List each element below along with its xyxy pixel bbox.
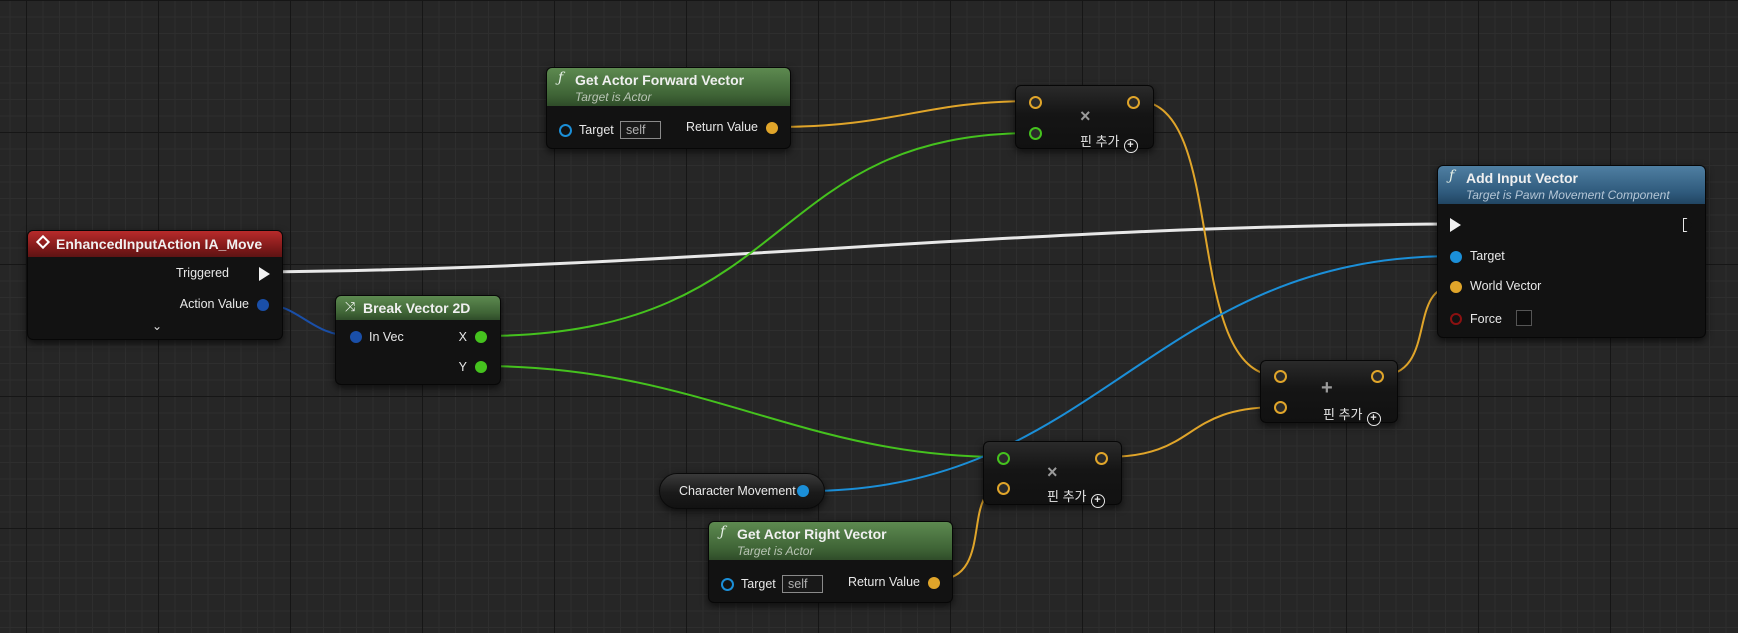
x-pin[interactable] — [475, 331, 487, 343]
node-subtitle: Target is Actor — [575, 90, 652, 104]
node-title: Get Actor Right Vector — [737, 526, 887, 542]
add-input-b-pin[interactable] — [1274, 401, 1287, 414]
multiply-operator-icon: × — [1080, 106, 1091, 126]
action-value-label: Action Value — [179, 297, 249, 311]
node-title: Break Vector 2D — [363, 300, 471, 316]
multiply-top-input-b-pin[interactable] — [1029, 127, 1042, 140]
add-input-vector-node[interactable]: ƒ Add Input Vector Target is Pawn Moveme… — [1437, 165, 1706, 338]
add-pin-label: 핀 추가 — [1080, 134, 1120, 149]
in-vec-pin[interactable] — [350, 331, 362, 343]
chevron-down-icon[interactable]: ⌄ — [152, 319, 162, 333]
enhanced-input-action-node[interactable]: EnhancedInputAction IA_Move Triggered Ac… — [27, 230, 283, 340]
node-header: ⤨ Break Vector 2D — [336, 296, 500, 320]
function-icon: ƒ — [1449, 168, 1455, 184]
target-label: Target — [579, 123, 614, 137]
node-header: ƒ Get Actor Right Vector Target is Actor — [709, 522, 952, 560]
add-pin-label: 핀 추가 — [1047, 489, 1087, 504]
target-pin[interactable] — [721, 578, 734, 591]
multiply-node-top[interactable]: × 핀 추가 + — [1015, 85, 1154, 153]
force-pin[interactable] — [1450, 313, 1462, 325]
plus-circle-icon: + — [1366, 412, 1381, 426]
wire-multiply-top-to-add — [1136, 100, 1280, 377]
add-node[interactable]: + 핀 추가 + — [1260, 360, 1398, 426]
multiply-operator-icon: × — [1047, 462, 1058, 482]
add-pin-button[interactable]: 핀 추가 + — [1047, 486, 1105, 508]
x-label: X — [458, 330, 467, 344]
exec-in-pin-icon[interactable] — [1450, 218, 1461, 232]
get-actor-right-vector-node[interactable]: ƒ Get Actor Right Vector Target is Actor… — [708, 521, 953, 603]
node-header: ƒ Get Actor Forward Vector Target is Act… — [547, 68, 790, 106]
node-subtitle: Target is Actor — [737, 544, 814, 558]
wire-multiply-bottom-to-add — [1105, 406, 1280, 458]
exec-out-pin-icon[interactable] — [259, 267, 270, 281]
force-checkbox[interactable] — [1516, 310, 1532, 326]
add-pin-button[interactable]: 핀 추가 + — [1080, 131, 1138, 153]
character-movement-label: Character Movement — [679, 484, 796, 498]
y-label: Y — [458, 360, 467, 374]
break-struct-icon: ⤨ — [345, 299, 356, 314]
target-label: Target — [1470, 249, 1505, 263]
target-pin[interactable] — [1450, 251, 1462, 263]
return-value-pin[interactable] — [766, 122, 778, 134]
add-pin-label: 핀 추가 — [1323, 407, 1363, 422]
multiply-bottom-input-a-pin[interactable] — [997, 452, 1010, 465]
node-title: Add Input Vector — [1466, 170, 1578, 186]
target-self-field[interactable]: self — [782, 575, 823, 593]
wire-forward-return-to-multiply-top — [771, 100, 1035, 128]
break-vector-2d-node[interactable]: ⤨ Break Vector 2D In Vec X Y — [335, 295, 501, 385]
wire-x-to-multiply-top — [481, 132, 1035, 337]
node-subtitle: Target is Pawn Movement Component — [1466, 188, 1670, 202]
function-icon: ƒ — [720, 524, 726, 540]
in-vec-label: In Vec — [369, 330, 404, 344]
multiply-top-input-a-pin[interactable] — [1029, 96, 1042, 109]
add-input-a-pin[interactable] — [1274, 370, 1287, 383]
y-pin[interactable] — [475, 361, 487, 373]
world-vector-pin[interactable] — [1450, 281, 1462, 293]
function-icon: ƒ — [558, 70, 564, 86]
node-title: EnhancedInputAction IA_Move — [56, 236, 263, 252]
multiply-bottom-input-b-pin[interactable] — [997, 482, 1010, 495]
plus-circle-icon: + — [1090, 494, 1105, 508]
get-actor-forward-vector-node[interactable]: ƒ Get Actor Forward Vector Target is Act… — [546, 67, 791, 149]
target-pin[interactable] — [559, 124, 572, 137]
force-label: Force — [1470, 312, 1502, 326]
wire-y-to-multiply-bottom — [481, 365, 1003, 458]
wire-triggered-to-add-input-exec — [261, 222, 1456, 274]
triggered-label: Triggered — [175, 266, 229, 280]
multiply-bottom-output-pin[interactable] — [1095, 452, 1108, 465]
return-value-label: Return Value — [847, 575, 920, 589]
character-movement-output-pin[interactable] — [797, 485, 809, 497]
node-header: ƒ Add Input Vector Target is Pawn Moveme… — [1438, 166, 1705, 204]
event-diamond-icon — [35, 234, 51, 250]
target-label: Target — [741, 577, 776, 591]
target-self-field[interactable]: self — [620, 121, 661, 139]
node-header: EnhancedInputAction IA_Move — [28, 231, 282, 257]
add-output-pin[interactable] — [1371, 370, 1384, 383]
return-value-pin[interactable] — [928, 577, 940, 589]
multiply-top-output-pin[interactable] — [1127, 96, 1140, 109]
world-vector-label: World Vector — [1470, 279, 1542, 293]
action-value-pin[interactable] — [257, 299, 269, 311]
node-title: Get Actor Forward Vector — [575, 72, 745, 88]
multiply-node-bottom[interactable]: × 핀 추가 + — [983, 441, 1122, 508]
add-operator-icon: + — [1321, 377, 1333, 399]
add-pin-button[interactable]: 핀 추가 + — [1323, 404, 1381, 426]
plus-circle-icon: + — [1123, 139, 1138, 153]
return-value-label: Return Value — [685, 120, 758, 134]
character-movement-variable-node[interactable]: Character Movement — [659, 473, 825, 509]
